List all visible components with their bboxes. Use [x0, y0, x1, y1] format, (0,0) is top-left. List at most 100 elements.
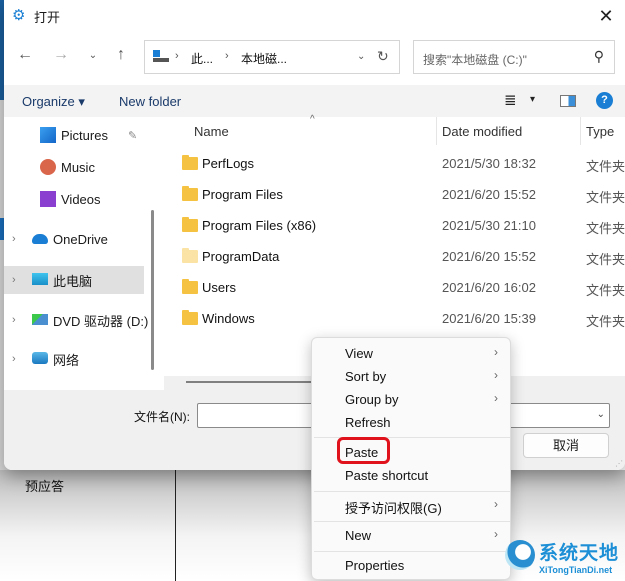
submenu-arrow-icon: › [494, 368, 498, 382]
menu-item-new[interactable]: New › [312, 524, 510, 547]
breadcrumb-this-pc[interactable]: 此... [191, 50, 213, 67]
watermark: 系统天地 XiTongTianDi.net [505, 538, 625, 581]
cancel-button[interactable]: 取消 [523, 433, 609, 458]
sidebar-item-videos[interactable]: Videos [4, 185, 144, 213]
file-type: 文件夹 [586, 159, 625, 174]
menu-item-label: Paste shortcut [345, 468, 429, 483]
onedrive-icon [32, 234, 48, 244]
menu-item-give-access[interactable]: 授予访问权限(G) › [312, 494, 510, 517]
address-bar[interactable]: › 此... › 本地磁... ⌄ ↻ [144, 40, 400, 74]
navigation-pane: Pictures ✎ Music Videos › OneDrive › 此电脑… [4, 117, 148, 389]
recent-locations-button[interactable]: ⌄ [82, 50, 104, 61]
file-name: ProgramData [202, 249, 280, 264]
pictures-icon [40, 127, 56, 143]
back-button[interactable]: ← [14, 46, 36, 64]
sidebar-item-pictures[interactable]: Pictures ✎ [4, 121, 144, 149]
watermark-subtitle: XiTongTianDi.net [539, 565, 613, 575]
expand-chevron-icon[interactable]: › [12, 274, 16, 286]
file-row-perflogs[interactable]: PerfLogs 2021/5/30 18:32 文件夹 [162, 149, 625, 179]
resize-grip-icon[interactable]: ⋰ [615, 459, 623, 468]
file-type: 文件夹 [586, 221, 625, 236]
view-dropdown-icon[interactable]: ▾ [530, 94, 535, 105]
menu-item-refresh[interactable]: Refresh [312, 411, 510, 434]
organize-button[interactable]: Organize ▾ [22, 94, 85, 110]
title-bar: ⚙ 打开 ✕ [4, 0, 625, 32]
column-header-type[interactable]: Type [586, 124, 614, 139]
gears-icon: ⚙ [12, 7, 26, 24]
sidebar-item-dvd-drive[interactable]: › DVD 驱动器 (D:) [4, 306, 148, 334]
submenu-arrow-icon: › [494, 391, 498, 405]
file-row-programdata[interactable]: ProgramData 2021/6/20 15:52 文件夹 [162, 242, 625, 272]
music-icon [40, 159, 56, 175]
hidden-folder-icon [182, 248, 198, 263]
this-pc-icon [32, 273, 48, 285]
dvd-drive-icon [32, 314, 48, 325]
column-divider[interactable] [436, 117, 437, 145]
network-icon [32, 352, 48, 364]
menu-item-sort-by[interactable]: Sort by › [312, 365, 510, 388]
file-type: 文件夹 [586, 190, 625, 205]
navigation-pane-scrollbar[interactable] [151, 210, 154, 370]
view-options-icon[interactable]: ≣ [504, 91, 517, 109]
expand-chevron-icon[interactable]: › [12, 233, 16, 245]
sidebar-item-this-pc[interactable]: › 此电脑 [4, 266, 144, 294]
menu-separator [314, 551, 510, 552]
file-type: 文件夹 [586, 252, 625, 267]
column-header-name[interactable]: Name [194, 124, 229, 139]
command-bar: Organize ▾ New folder ≣ ▾ ? [4, 85, 625, 117]
file-row-program-files-x86[interactable]: Program Files (x86) 2021/5/30 21:10 文件夹 [162, 211, 625, 241]
address-dropdown-icon[interactable]: ⌄ [357, 51, 365, 62]
file-name: Program Files [202, 187, 283, 202]
folder-icon [182, 155, 198, 170]
menu-item-label: Properties [345, 558, 405, 573]
videos-icon [40, 191, 56, 207]
file-date: 2021/6/20 15:52 [442, 187, 536, 202]
sidebar-item-label: 网络 [53, 352, 80, 368]
up-button[interactable]: ↑ [110, 46, 132, 64]
menu-item-group-by[interactable]: Group by › [312, 388, 510, 411]
file-date: 2021/5/30 18:32 [442, 156, 536, 171]
file-row-program-files[interactable]: Program Files 2021/6/20 15:52 文件夹 [162, 180, 625, 210]
menu-item-view[interactable]: View › [312, 342, 510, 365]
menu-item-label: New [345, 528, 372, 543]
sidebar-item-label: Music [61, 159, 95, 175]
menu-item-properties[interactable]: Properties [312, 554, 510, 577]
refresh-icon[interactable]: ↻ [377, 48, 389, 65]
help-icon[interactable]: ? [596, 92, 613, 109]
sidebar-item-network[interactable]: › 网络 [4, 345, 144, 373]
sidebar-item-label: OneDrive [53, 231, 108, 247]
submenu-arrow-icon: › [494, 345, 498, 359]
column-divider[interactable] [580, 117, 581, 145]
paste-highlight-annotation [337, 437, 390, 464]
file-row-users[interactable]: Users 2021/6/20 16:02 文件夹 [162, 273, 625, 303]
search-placeholder: 搜索"本地磁盘 (C:)" [423, 53, 527, 67]
dialog-title: 打开 [34, 10, 61, 25]
expand-chevron-icon[interactable]: › [12, 353, 16, 365]
sidebar-item-music[interactable]: Music [4, 153, 144, 181]
close-button[interactable]: ✕ [593, 3, 619, 29]
expand-chevron-icon[interactable]: › [12, 314, 16, 326]
menu-separator [314, 521, 510, 522]
breadcrumb-separator: › [225, 50, 229, 62]
watermark-title: 系统天地 [539, 543, 620, 564]
breadcrumb-local-disk[interactable]: 本地磁... [241, 50, 287, 67]
search-icon[interactable]: ⚲ [594, 48, 604, 65]
preview-pane-icon[interactable] [560, 95, 576, 107]
submenu-arrow-icon: › [494, 527, 498, 541]
file-row-windows[interactable]: Windows 2021/6/20 15:39 文件夹 [162, 304, 625, 334]
file-type: 文件夹 [586, 314, 625, 329]
new-folder-button[interactable]: New folder [119, 94, 181, 109]
pin-icon[interactable]: ✎ [128, 129, 137, 142]
menu-item-paste-shortcut[interactable]: Paste shortcut [312, 464, 510, 487]
forward-button[interactable]: → [50, 46, 72, 64]
chevron-down-icon[interactable]: ⌄ [597, 409, 605, 420]
folder-icon [182, 310, 198, 325]
folder-icon [182, 279, 198, 294]
sidebar-item-onedrive[interactable]: › OneDrive [4, 225, 144, 253]
file-date: 2021/6/20 15:39 [442, 311, 536, 326]
sidebar-item-label: Pictures [61, 127, 108, 143]
search-input[interactable]: 搜索"本地磁盘 (C:)" ⚲ [413, 40, 615, 74]
sort-ascending-icon: ^ [310, 114, 315, 125]
breadcrumb-separator: › [175, 50, 179, 62]
column-header-date-modified[interactable]: Date modified [442, 124, 522, 139]
